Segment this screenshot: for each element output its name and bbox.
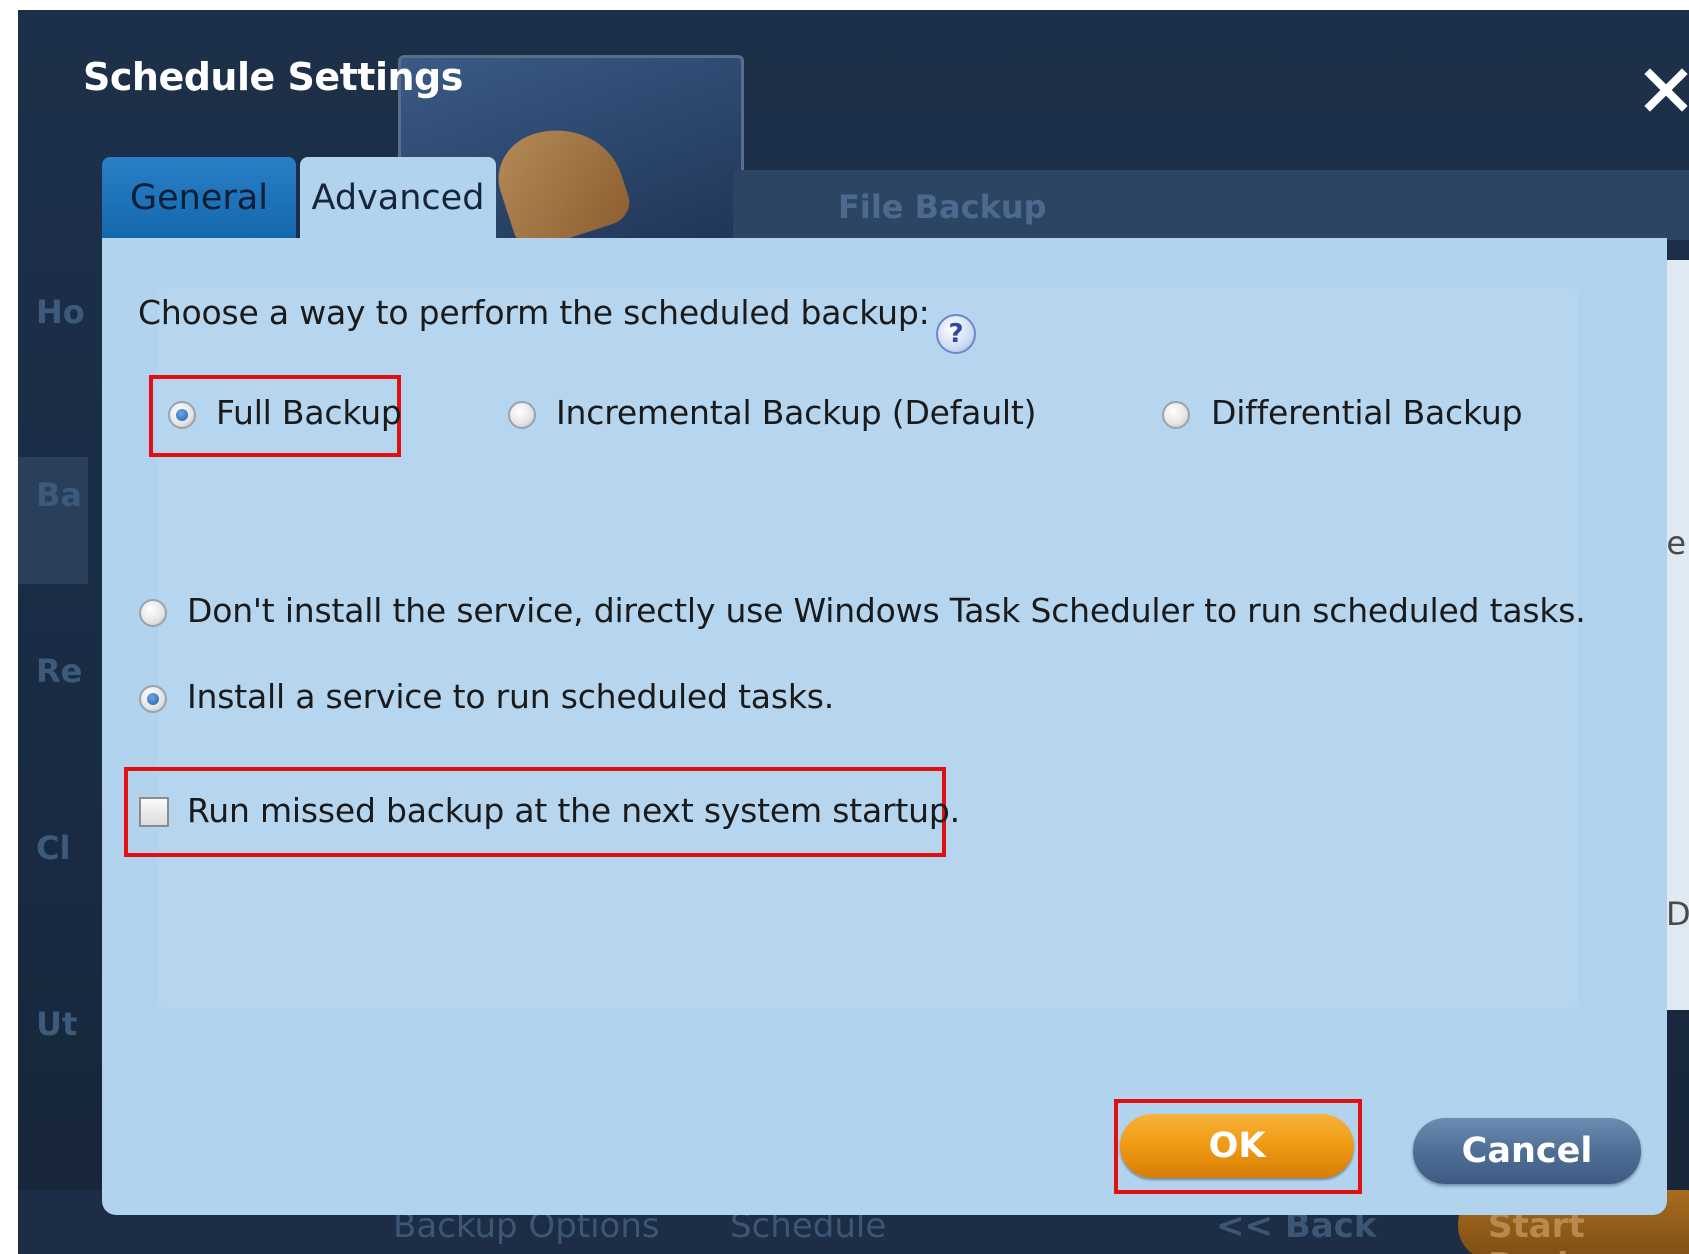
task-scheduler-label[interactable]: Don't install the service, directly use …	[187, 591, 1586, 630]
background-header-text: File Backup	[838, 188, 1047, 226]
close-button[interactable]	[1638, 62, 1689, 118]
run-missed-backup-label[interactable]: Run missed backup at the next system sta…	[187, 791, 960, 830]
tab-general[interactable]: General	[102, 157, 296, 239]
differential-backup-label[interactable]: Differential Backup	[1211, 393, 1523, 432]
full-backup-radio[interactable]	[168, 401, 196, 429]
ok-button[interactable]: OK	[1120, 1114, 1354, 1178]
background-sidebar-fragment: Ut	[36, 1005, 78, 1043]
backup-method-prompt: Choose a way to perform the scheduled ba…	[138, 293, 930, 332]
run-missed-backup-checkbox[interactable]	[139, 797, 169, 827]
close-icon	[1644, 68, 1688, 112]
background-sidebar-fragment: Ba	[36, 476, 82, 514]
background-right-fragment: D	[1666, 895, 1689, 933]
incremental-backup-radio[interactable]	[508, 401, 536, 429]
background-sidebar-fragment: Ho	[36, 293, 85, 331]
differential-backup-radio[interactable]	[1162, 401, 1190, 429]
incremental-backup-label[interactable]: Incremental Backup (Default)	[556, 393, 1036, 432]
dialog-window: File Backup Ho Ba Re Cl Ut de p a D Back…	[18, 10, 1689, 1254]
install-service-radio[interactable]	[139, 685, 167, 713]
full-backup-label[interactable]: Full Backup	[216, 393, 402, 432]
dialog-title: Schedule Settings	[83, 55, 463, 99]
tab-advanced[interactable]: Advanced	[300, 157, 496, 239]
task-scheduler-radio[interactable]	[139, 599, 167, 627]
cancel-button[interactable]: Cancel	[1413, 1118, 1641, 1184]
background-sidebar-fragment: Cl	[36, 829, 71, 867]
help-icon[interactable]: ?	[936, 314, 976, 354]
background-sidebar-fragment: Re	[36, 652, 83, 690]
install-service-label[interactable]: Install a service to run scheduled tasks…	[187, 677, 834, 716]
